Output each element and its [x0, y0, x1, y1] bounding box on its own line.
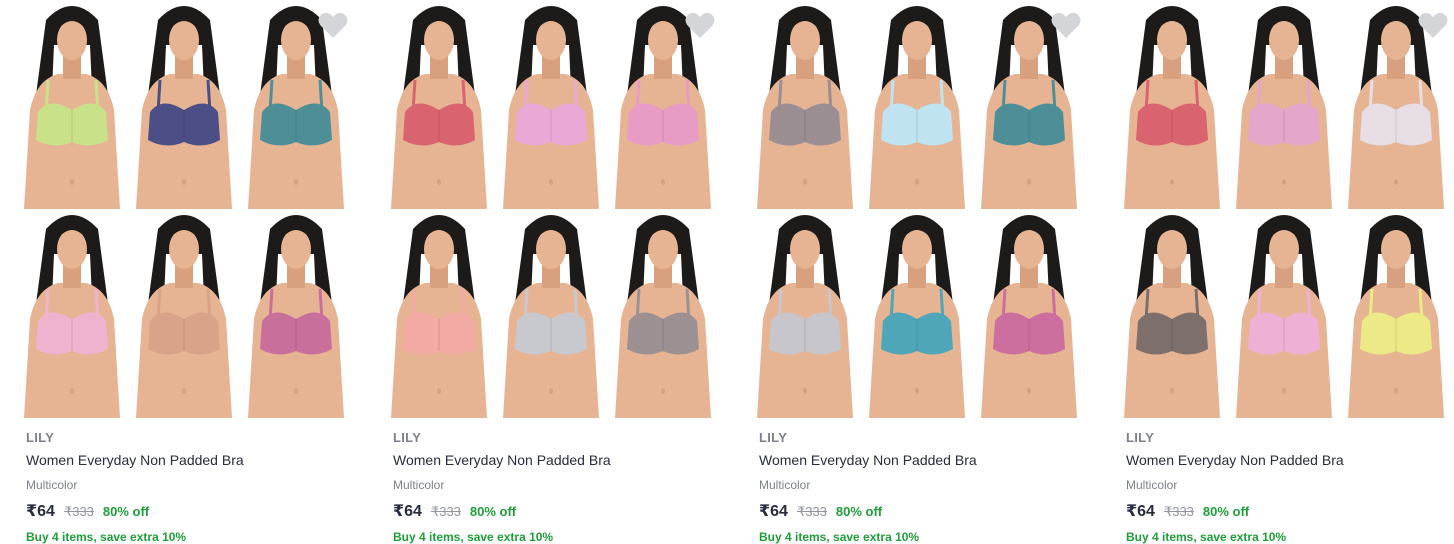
- product-info: LILY Women Everyday Non Padded Bra Multi…: [393, 430, 713, 544]
- product-card[interactable]: LILY Women Everyday Non Padded Bra Multi…: [1116, 0, 1452, 544]
- original-price: ₹333: [430, 504, 461, 519]
- price-row: ₹64 ₹333 80% off: [393, 501, 713, 521]
- bulk-offer-text: Buy 4 items, save extra 10%: [1126, 530, 1287, 544]
- product-color: Multicolor: [1126, 478, 1178, 492]
- model-photo: [749, 0, 861, 209]
- model-photo: [1228, 0, 1340, 209]
- brand-name: LILY: [1126, 430, 1155, 445]
- model-photo: [1116, 0, 1228, 209]
- bulk-offer-text: Buy 4 items, save extra 10%: [26, 530, 187, 544]
- wishlist-heart-icon[interactable]: [1418, 12, 1448, 40]
- model-photo: [128, 209, 240, 418]
- product-title[interactable]: Women Everyday Non Padded Bra: [1126, 452, 1446, 470]
- bulk-offer-text: Buy 4 items, save extra 10%: [759, 530, 920, 544]
- product-title[interactable]: Women Everyday Non Padded Bra: [759, 452, 1079, 470]
- selling-price: ₹64: [26, 503, 55, 520]
- price-row: ₹64 ₹333 80% off: [1126, 501, 1446, 521]
- product-info: LILY Women Everyday Non Padded Bra Multi…: [1126, 430, 1446, 544]
- discount-label: 80% off: [469, 504, 517, 519]
- model-photo: [1228, 209, 1340, 418]
- product-info: LILY Women Everyday Non Padded Bra Multi…: [26, 430, 346, 544]
- model-photo: [607, 209, 719, 418]
- discount-label: 80% off: [1202, 504, 1250, 519]
- model-photo: [16, 209, 128, 418]
- brand-name: LILY: [26, 430, 55, 445]
- model-photo: [1340, 209, 1452, 418]
- product-card[interactable]: LILY Women Everyday Non Padded Bra Multi…: [749, 0, 1085, 544]
- model-photo: [861, 0, 973, 209]
- product-image[interactable]: [16, 0, 352, 418]
- product-image[interactable]: [1116, 0, 1452, 418]
- model-photo: [383, 209, 495, 418]
- wishlist-heart-icon[interactable]: [1051, 12, 1081, 40]
- model-photo: [749, 209, 861, 418]
- wishlist-heart-icon[interactable]: [318, 12, 348, 40]
- selling-price: ₹64: [393, 503, 422, 520]
- product-color: Multicolor: [393, 478, 445, 492]
- model-photo: [128, 0, 240, 209]
- product-color: Multicolor: [759, 478, 811, 492]
- brand-name: LILY: [759, 430, 788, 445]
- bulk-offer-text: Buy 4 items, save extra 10%: [393, 530, 554, 544]
- model-photo: [16, 0, 128, 209]
- model-photo: [1116, 209, 1228, 418]
- model-photo: [240, 209, 352, 418]
- price-row: ₹64 ₹333 80% off: [759, 501, 1079, 521]
- discount-label: 80% off: [102, 504, 150, 519]
- original-price: ₹333: [63, 504, 94, 519]
- model-photo: [495, 209, 607, 418]
- product-info: LILY Women Everyday Non Padded Bra Multi…: [759, 430, 1079, 544]
- brand-name: LILY: [393, 430, 422, 445]
- model-photo: [383, 0, 495, 209]
- wishlist-heart-icon[interactable]: [685, 12, 715, 40]
- product-title[interactable]: Women Everyday Non Padded Bra: [26, 452, 346, 470]
- product-card[interactable]: LILY Women Everyday Non Padded Bra Multi…: [16, 0, 352, 544]
- model-photo: [861, 209, 973, 418]
- original-price: ₹333: [796, 504, 827, 519]
- model-photo: [495, 0, 607, 209]
- original-price: ₹333: [1163, 504, 1194, 519]
- product-title[interactable]: Women Everyday Non Padded Bra: [393, 452, 713, 470]
- price-row: ₹64 ₹333 80% off: [26, 501, 346, 521]
- product-card[interactable]: LILY Women Everyday Non Padded Bra Multi…: [383, 0, 719, 544]
- product-image[interactable]: [383, 0, 719, 418]
- model-photo: [973, 209, 1085, 418]
- discount-label: 80% off: [835, 504, 883, 519]
- product-image[interactable]: [749, 0, 1085, 418]
- product-color: Multicolor: [26, 478, 78, 492]
- selling-price: ₹64: [1126, 503, 1155, 520]
- selling-price: ₹64: [759, 503, 788, 520]
